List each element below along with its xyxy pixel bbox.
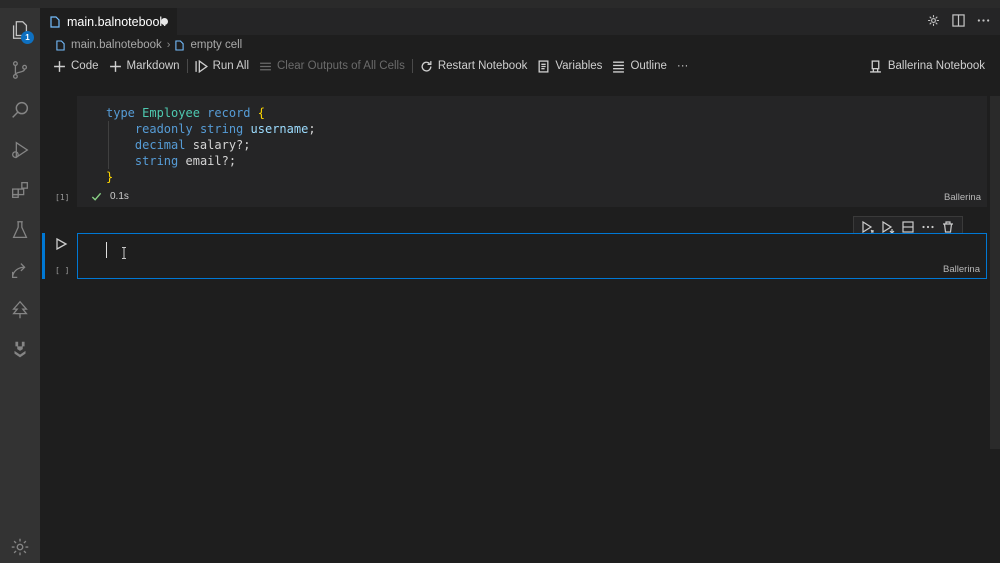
kernel-label: Ballerina Notebook (887, 60, 985, 72)
editor-scrollbar[interactable] (990, 96, 1000, 449)
explorer-button[interactable]: 1 (0, 10, 40, 50)
cell-1-duration: 0.1s (110, 191, 129, 202)
variables-button[interactable]: Variables (532, 56, 607, 76)
code-cell-1[interactable]: type Employee record { readonly string u… (77, 96, 987, 207)
kernel-icon (869, 59, 881, 73)
split-editor-button[interactable] (951, 13, 965, 27)
flask-icon (12, 221, 28, 238)
add-code-label: Code (71, 60, 99, 72)
cell-2-language[interactable]: Ballerina (943, 264, 980, 275)
run-all-icon (194, 59, 208, 73)
gear-icon (927, 14, 939, 26)
run-all-label: Run All (212, 60, 249, 72)
run-debug-icon (12, 141, 29, 159)
restart-icon (421, 60, 432, 72)
code-line: type Employee record { (106, 106, 265, 120)
tree-button[interactable] (0, 290, 40, 330)
toolbar-more-button[interactable]: ··· (672, 56, 694, 76)
breadcrumb-cell-label: empty cell (190, 39, 243, 51)
search-button[interactable] (0, 90, 40, 130)
code-line: string email?; (134, 154, 237, 168)
outline-label: Outline (630, 60, 667, 72)
cell-2-execution-count: [ ] (55, 266, 70, 275)
cell-1-status: 0.1s (91, 191, 129, 202)
more-icon (922, 225, 934, 229)
add-markdown-cell-button[interactable]: Markdown (104, 56, 185, 76)
restart-notebook-button[interactable]: Restart Notebook (415, 56, 533, 76)
editor-tab-bar: main.balnotebook (40, 8, 1000, 35)
execute-above-icon (862, 220, 874, 234)
split-editor-icon (951, 13, 965, 27)
settings-button[interactable] (0, 527, 40, 563)
trash-icon (943, 221, 953, 233)
execute-below-icon (882, 220, 895, 234)
kernel-picker[interactable]: Ballerina Notebook (864, 56, 990, 76)
plus-icon (54, 60, 65, 72)
tree-icon (12, 300, 28, 319)
more-icon: ··· (676, 60, 689, 72)
explorer-badge: 1 (21, 31, 34, 44)
run-debug-button[interactable] (0, 130, 40, 170)
cell-1-language[interactable]: Ballerina (944, 192, 981, 203)
cell-file-icon (175, 39, 185, 51)
clear-outputs-label: Clear Outputs of All Cells (277, 60, 405, 72)
add-code-cell-button[interactable]: Code (48, 56, 104, 76)
text-cursor (106, 242, 107, 258)
search-icon (12, 101, 29, 118)
code-line: readonly string username; (134, 122, 316, 136)
activity-bar: 1 (0, 8, 40, 563)
editor-more-button[interactable] (976, 13, 990, 27)
check-icon (91, 192, 102, 201)
window-top-strip (0, 0, 1000, 8)
clear-all-icon (260, 62, 271, 70)
run-cell-button[interactable] (54, 237, 68, 251)
code-line: decimal salary?; (134, 138, 251, 152)
breadcrumb-file-label: main.balnotebook (71, 39, 162, 51)
remote-icon (12, 263, 26, 278)
extensions-button[interactable] (0, 170, 40, 210)
code-cell-2-editor[interactable]: Ballerina (77, 233, 987, 279)
toolbar-separator (186, 59, 188, 73)
notebook-settings-button[interactable] (926, 13, 940, 27)
remote-button[interactable] (0, 250, 40, 290)
cell-focus-indicator (42, 233, 45, 279)
breadcrumb-file[interactable]: main.balnotebook (56, 39, 162, 51)
outline-icon (613, 61, 625, 73)
clear-outputs-button[interactable]: Clear Outputs of All Cells (254, 56, 410, 76)
ballerina-button[interactable] (0, 330, 40, 370)
split-cell-icon (902, 221, 914, 233)
tab-main-notebook[interactable]: main.balnotebook (40, 8, 177, 35)
ibeam-cursor-icon (122, 247, 126, 259)
cell-1-code[interactable]: type Employee record { readonly string u… (106, 105, 316, 185)
tab-title: main.balnotebook (67, 14, 166, 29)
breadcrumb: main.balnotebook › empty cell (40, 35, 1000, 55)
code-line: } (106, 170, 114, 184)
add-markdown-label: Markdown (126, 60, 180, 72)
notebook-toolbar: Code Markdown Run All Clear Outputs of A… (40, 55, 1000, 77)
notebook-file-icon (56, 39, 65, 51)
ballerina-icon (14, 341, 26, 358)
testing-button[interactable] (0, 210, 40, 250)
source-control-button[interactable] (0, 50, 40, 90)
source-control-icon (12, 61, 28, 79)
outline-button[interactable]: Outline (607, 56, 671, 76)
toolbar-separator (411, 59, 413, 73)
run-all-button[interactable]: Run All (190, 56, 254, 76)
breadcrumb-cell[interactable]: empty cell (175, 39, 242, 51)
gear-icon (11, 538, 29, 556)
cell-1-execution-count: [1] (55, 193, 70, 202)
plus-icon (109, 60, 121, 72)
restart-notebook-label: Restart Notebook (437, 60, 528, 72)
unsaved-dot-icon[interactable] (161, 18, 168, 25)
chevron-right-icon: › (166, 39, 171, 51)
extensions-icon (12, 182, 28, 198)
variables-label: Variables (555, 60, 603, 72)
notebook-file-icon (50, 15, 60, 28)
variables-icon (538, 59, 549, 73)
more-icon (977, 18, 989, 22)
